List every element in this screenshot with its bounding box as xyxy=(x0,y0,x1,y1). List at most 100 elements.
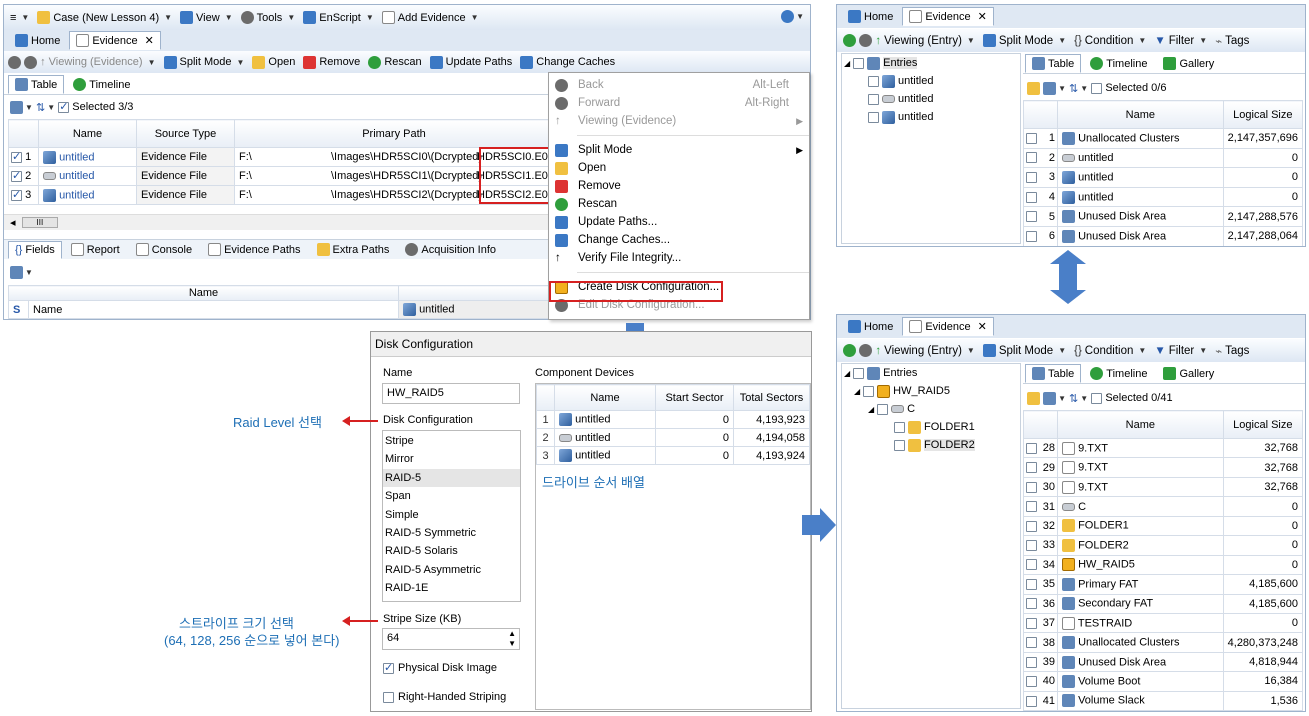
tree-checkbox[interactable] xyxy=(877,403,889,415)
menu-item-verify-file-integrity[interactable]: ↑ Verify File Integrity... xyxy=(549,249,809,267)
tags-button[interactable]: ⌁ Tags xyxy=(1215,34,1249,48)
tab-gallery[interactable]: Gallery xyxy=(1156,364,1221,383)
columns-icon[interactable] xyxy=(1043,81,1057,95)
table-row[interactable]: 2 untitled 0 xyxy=(1023,147,1304,169)
columns-icon[interactable] xyxy=(10,100,23,114)
stepper-icon[interactable]: ▲ ▼ xyxy=(508,629,516,649)
view-menu[interactable]: View ▼ xyxy=(180,11,233,24)
close-icon[interactable]: ✕ xyxy=(978,320,987,333)
tree-raid[interactable]: ◢ HW_RAID5 xyxy=(844,382,1018,400)
menu-item-rescan[interactable]: Rescan xyxy=(549,195,809,213)
sort-icon[interactable]: ⇅ xyxy=(1069,82,1078,95)
row-checkbox[interactable] xyxy=(1026,442,1037,454)
table-row[interactable]: 39 Unused Disk Area 4,818,944 xyxy=(1023,651,1304,673)
disk-config-option[interactable]: RAID-1E xyxy=(383,579,520,597)
tree-checkbox[interactable] xyxy=(868,75,879,87)
row-checkbox[interactable] xyxy=(1026,191,1037,203)
disk-config-option[interactable]: RAID-5 xyxy=(383,468,520,488)
tree-checkbox[interactable] xyxy=(863,385,875,397)
row-checkbox[interactable] xyxy=(1026,211,1037,223)
tree-entries[interactable]: ◢ Entries xyxy=(844,54,1018,72)
col-source-type[interactable]: Source Type xyxy=(136,119,235,148)
tab-acquisition-info[interactable]: Acquisition Info xyxy=(398,240,503,259)
row-checkbox[interactable] xyxy=(1026,540,1037,551)
comp-col-total[interactable]: Total Sectors xyxy=(733,384,810,411)
tab-home[interactable]: Home xyxy=(8,31,67,50)
row-checkbox[interactable] xyxy=(1026,462,1037,474)
table-row[interactable]: 41 Volume Slack 1,536 xyxy=(1023,690,1304,711)
row-checkbox[interactable] xyxy=(1026,559,1037,571)
tab-timeline[interactable]: Timeline xyxy=(1083,364,1154,383)
row-checkbox[interactable] xyxy=(1026,501,1037,513)
tab-timeline[interactable]: Timeline xyxy=(66,75,137,94)
row-checkbox[interactable] xyxy=(1026,637,1037,649)
split-mode-button[interactable]: Split Mode ▼ xyxy=(982,34,1066,47)
back-icon[interactable] xyxy=(843,34,856,47)
rescan-button[interactable]: Rescan xyxy=(368,55,422,69)
forward-icon[interactable] xyxy=(859,344,873,357)
tab-evidence[interactable]: Evidence ✕ xyxy=(69,31,161,50)
tree-item[interactable]: untitled xyxy=(844,108,1018,126)
col-name[interactable]: Name xyxy=(1057,100,1224,129)
tree-checkbox[interactable] xyxy=(868,93,879,105)
table-row[interactable]: 37 TESTRAID 0 xyxy=(1023,612,1304,634)
tab-timeline[interactable]: Timeline xyxy=(1083,54,1154,73)
close-icon[interactable]: ✕ xyxy=(978,10,987,23)
change-caches-button[interactable]: Change Caches xyxy=(520,55,615,69)
col-logical-size[interactable]: Logical Size xyxy=(1222,100,1304,129)
table-row[interactable]: 3 untitled 0 xyxy=(1023,167,1304,188)
table-row[interactable]: 5 Unused Disk Area 2,147,288,576 xyxy=(1023,206,1304,227)
row-checkbox[interactable] xyxy=(1026,578,1037,590)
sort-icon[interactable]: ⇅ xyxy=(36,101,45,114)
row-checkbox[interactable] xyxy=(1026,132,1037,144)
filter-button[interactable]: ▼ Filter ▼ xyxy=(1154,35,1207,47)
split-mode-button[interactable]: Split Mode ▼ xyxy=(163,55,244,69)
row-checkbox[interactable] xyxy=(1026,598,1037,610)
table-row[interactable]: 32 FOLDER1 0 xyxy=(1023,515,1304,537)
menu-item-change-caches[interactable]: Change Caches... xyxy=(549,231,809,249)
tab-evidence[interactable]: Evidence ✕ xyxy=(902,317,994,336)
comp-col-name[interactable]: Name xyxy=(554,384,656,411)
table-row[interactable]: 4 untitled 0 xyxy=(1023,186,1304,208)
table-row[interactable]: 30 9.TXT 32,768 xyxy=(1023,476,1304,498)
component-row[interactable]: 2 untitled 0 4,194,058 xyxy=(536,428,810,447)
split-mode-button[interactable]: Split Mode ▼ xyxy=(982,344,1066,357)
tree-checkbox[interactable] xyxy=(868,111,879,123)
tree-checkbox[interactable] xyxy=(894,439,905,451)
row-checkbox[interactable] xyxy=(1026,520,1037,532)
sort-icon[interactable]: ⇅ xyxy=(1069,392,1078,405)
up-folder-icon[interactable] xyxy=(1027,391,1040,405)
table-row[interactable]: 31 C 0 xyxy=(1023,496,1304,517)
columns-icon[interactable] xyxy=(1043,391,1057,405)
tools-menu[interactable]: Tools ▼ xyxy=(240,11,295,24)
app-menu[interactable]: ≡ ▼ xyxy=(10,12,29,24)
tree-item[interactable]: untitled xyxy=(844,90,1018,108)
row-checkbox[interactable] xyxy=(1026,481,1037,493)
table-row[interactable]: 38 Unallocated Clusters 4,280,373,248 xyxy=(1023,632,1304,653)
right-handed-checkbox[interactable]: Right-Handed Striping xyxy=(383,691,506,703)
name-input[interactable]: HW_RAID5 xyxy=(382,383,520,404)
row-checkbox[interactable] xyxy=(1026,172,1037,184)
viewing-dropdown[interactable]: ↑ Viewing (Entry) ▼ xyxy=(875,35,974,47)
tab-home[interactable]: Home xyxy=(841,317,900,336)
tab-report[interactable]: Report xyxy=(64,240,127,259)
row-checkbox[interactable] xyxy=(1026,230,1037,242)
disk-config-option[interactable]: RAID-5 Symmetric xyxy=(383,524,520,542)
tree-checkbox[interactable] xyxy=(853,367,865,379)
tab-gallery[interactable]: Gallery xyxy=(1156,54,1221,73)
tree-item[interactable]: untitled xyxy=(844,72,1018,90)
update-paths-button[interactable]: Update Paths xyxy=(429,55,512,69)
table-row[interactable]: 33 FOLDER2 0 xyxy=(1023,535,1304,556)
tab-fields[interactable]: {} Fields xyxy=(8,240,62,259)
forward-icon[interactable] xyxy=(859,34,873,47)
up-folder-icon[interactable] xyxy=(1027,81,1040,95)
table-row[interactable]: 3 untitled Evidence File F:\\Images\HDR5… xyxy=(8,185,554,205)
tags-button[interactable]: ⌁ Tags xyxy=(1215,344,1249,358)
filter-button[interactable]: ▼ Filter ▼ xyxy=(1154,345,1207,357)
back-icon[interactable] xyxy=(843,344,856,357)
row-checkbox[interactable] xyxy=(1026,656,1037,668)
col-logical-size[interactable]: Logical Size xyxy=(1222,410,1304,439)
enscript-menu[interactable]: EnScript ▼ xyxy=(303,11,374,24)
help-icon[interactable]: ▼ xyxy=(781,10,804,23)
row-checkbox[interactable] xyxy=(1026,695,1037,707)
